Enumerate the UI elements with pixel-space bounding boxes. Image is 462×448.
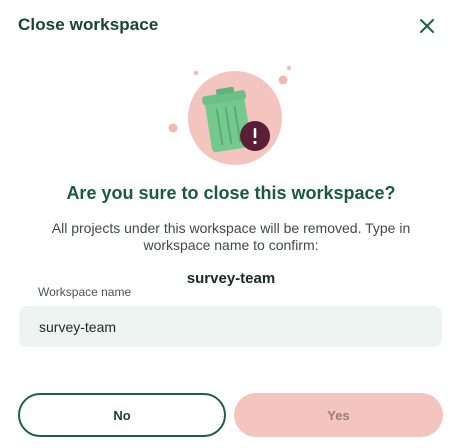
exclamation-icon [240, 121, 270, 151]
trash-bin-warning-icon [168, 66, 291, 165]
no-button[interactable]: No [18, 393, 226, 437]
workspace-name-input[interactable] [19, 306, 442, 347]
confirm-description: All projects under this workspace will b… [51, 220, 411, 253]
yes-button[interactable]: Yes [234, 393, 443, 437]
close-workspace-dialog: Close workspace Are you sure to close th… [0, 0, 462, 448]
dialog-title: Close workspace [18, 15, 159, 34]
close-icon [420, 19, 434, 33]
close-button[interactable] [414, 13, 440, 39]
confirm-heading: Are you sure to close this workspace? [66, 183, 396, 203]
workspace-name-label: Workspace name [38, 285, 132, 299]
